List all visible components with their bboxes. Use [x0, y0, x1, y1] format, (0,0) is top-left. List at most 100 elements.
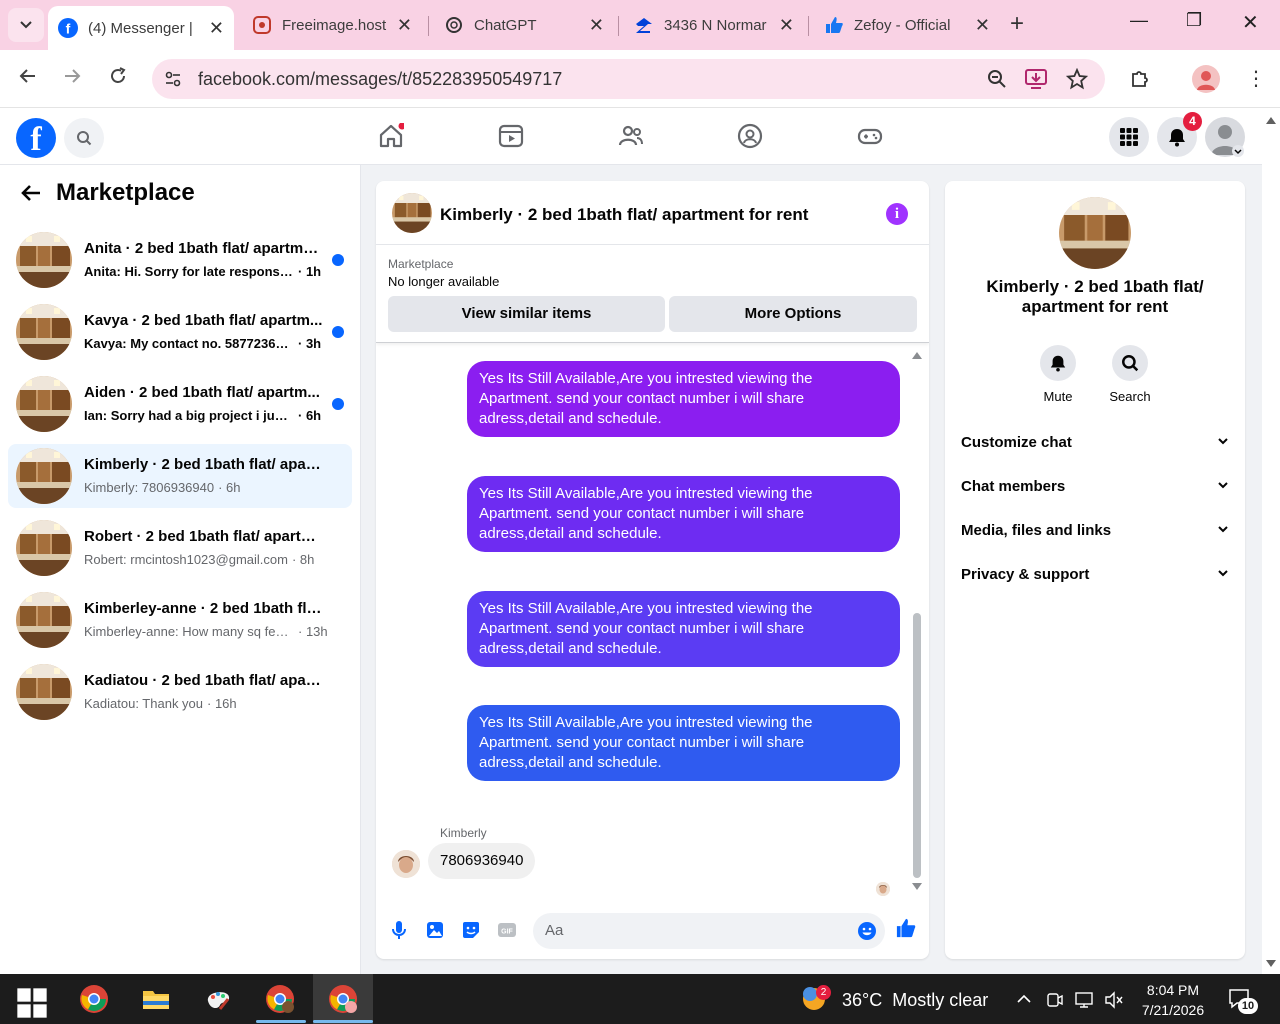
tab-messenger[interactable]: f (4) Messenger | ✕ [48, 6, 234, 50]
network-icon[interactable] [1074, 991, 1094, 1009]
like-thumbs-up-icon[interactable] [896, 918, 916, 938]
groups-nav[interactable] [737, 123, 763, 149]
conversation-item[interactable]: Anita · 2 bed 1bath flat/ apartme... Anit… [8, 228, 352, 292]
friends-nav[interactable] [618, 123, 644, 149]
conversation-item[interactable]: Kavya · 2 bed 1bath flat/ apartm... Kavya… [8, 300, 352, 364]
gif-icon[interactable]: GIF [497, 920, 517, 940]
reload-button[interactable] [108, 66, 128, 92]
message-input[interactable]: Aa [533, 913, 885, 949]
taskbar-active-app[interactable] [313, 974, 373, 1024]
incoming-message[interactable]: 7806936940 [428, 843, 536, 879]
install-app-icon[interactable] [1024, 68, 1048, 90]
tab-zefoy[interactable]: Zefoy - Official ✕ [814, 8, 1000, 42]
unread-dot [332, 254, 344, 266]
forward-button[interactable] [62, 66, 82, 92]
address-bar[interactable]: facebook.com/messages/t/852283950549717 [152, 59, 1105, 99]
conversation-item[interactable]: Kadiatou · 2 bed 1bath flat/ apart... Kad… [8, 660, 352, 724]
weather-widget[interactable]: 2 [800, 983, 832, 1015]
info-icon[interactable]: i [886, 203, 908, 225]
outgoing-message[interactable]: Yes Its Still Available,Are you intreste… [467, 591, 900, 667]
site-info-icon[interactable] [164, 70, 182, 88]
scrollbar-thumb[interactable] [913, 613, 921, 878]
details-avatar[interactable] [1059, 197, 1131, 269]
chrome-profile-icon[interactable] [264, 983, 296, 1015]
apartment-photo-icon [16, 232, 72, 288]
windows-taskbar: 2 36°C Mostly clear 8:04 PM 7/21/2026 10 [0, 974, 1280, 1024]
facebook-logo[interactable]: f [16, 118, 56, 158]
tab-chatgpt[interactable]: ChatGPT ✕ [434, 8, 614, 42]
conversation-item[interactable]: Robert · 2 bed 1bath flat/ apartme... Rob… [8, 516, 352, 580]
customize-chat-section[interactable]: Customize chat [961, 422, 1229, 462]
outgoing-message[interactable]: Yes Its Still Available,Are you intreste… [467, 361, 900, 437]
close-tab-icon[interactable]: ✕ [975, 15, 990, 36]
tab-freeimage[interactable]: Freeimage.host ✕ [242, 8, 422, 42]
volume-muted-icon[interactable] [1104, 991, 1124, 1009]
sticker-icon[interactable] [461, 920, 481, 940]
search-in-conversation-button[interactable]: Search [1100, 345, 1160, 404]
menu-button[interactable] [1109, 117, 1149, 157]
scroll-up-icon[interactable] [912, 351, 922, 359]
conversation-item[interactable]: Kimberly · 2 bed 1bath flat/ apart... Kim… [8, 444, 352, 508]
profile-avatar[interactable] [1192, 65, 1220, 93]
scroll-down-icon[interactable] [1266, 960, 1276, 968]
message-time: · 8h [291, 552, 315, 567]
tab-search-button[interactable] [8, 8, 44, 42]
chat-title[interactable]: Kimberly · 2 bed 1bath flat/ apartment f… [440, 205, 808, 225]
outgoing-message[interactable]: Yes Its Still Available,Are you intreste… [467, 476, 900, 552]
bookmark-star-icon[interactable] [1066, 68, 1088, 90]
facebook-search-button[interactable] [64, 118, 104, 158]
zoom-icon[interactable] [986, 68, 1008, 90]
new-tab-button[interactable]: + [1010, 10, 1024, 38]
system-clock[interactable]: 8:04 PM 7/21/2026 [1130, 980, 1216, 1020]
camera-icon[interactable] [1046, 991, 1064, 1009]
back-arrow-icon[interactable] [20, 183, 42, 203]
page-scrollbar[interactable] [1262, 108, 1280, 974]
sender-avatar[interactable] [392, 850, 420, 878]
tab-zillow[interactable]: 3436 N Normar ✕ [624, 8, 804, 42]
gaming-nav[interactable] [857, 123, 883, 149]
clock-date: 7/21/2026 [1141, 1002, 1205, 1018]
paint-app-icon[interactable] [202, 983, 234, 1015]
windows-start-icon[interactable] [16, 987, 48, 1019]
back-button[interactable] [18, 66, 38, 92]
clock-time: 8:04 PM [1146, 982, 1200, 998]
view-similar-items-button[interactable]: View similar items [388, 296, 665, 332]
conversation-item[interactable]: Kimberley-anne · 2 bed 1bath flat/... Kim… [8, 588, 352, 652]
mute-button[interactable]: Mute [1028, 345, 1088, 404]
chrome-icon[interactable] [78, 983, 110, 1015]
marketplace-sidebar: Marketplace Anita · 2 bed 1bath flat/ ap… [0, 165, 361, 974]
conversation-item[interactable]: Aiden · 2 bed 1bath flat/ apartm... Ian: … [8, 372, 352, 436]
video-nav[interactable] [498, 123, 524, 149]
close-tab-icon[interactable]: ✕ [589, 15, 604, 36]
chat-avatar[interactable] [392, 193, 432, 233]
home-nav[interactable] [378, 122, 406, 149]
minimize-button[interactable]: — [1130, 10, 1148, 31]
weather-text[interactable]: 36°C Mostly clear [842, 990, 988, 1011]
photo-icon[interactable] [425, 920, 445, 940]
microphone-icon[interactable] [389, 920, 409, 940]
scroll-down-icon[interactable] [912, 883, 922, 891]
scroll-up-icon[interactable] [1266, 116, 1276, 124]
media-files-links-section[interactable]: Media, files and links [961, 510, 1229, 550]
file-explorer-icon[interactable] [140, 983, 172, 1015]
restore-button[interactable]: ❐ [1186, 10, 1202, 31]
show-hidden-icons-icon[interactable] [1016, 992, 1032, 1006]
chat-members-section[interactable]: Chat members [961, 466, 1229, 506]
extensions-icon[interactable] [1129, 68, 1151, 90]
message-preview: Kimberley-anne: How many sq feet ... [84, 624, 294, 639]
more-options-button[interactable]: More Options [669, 296, 917, 332]
message-thread[interactable]: Yes Its Still Available,Are you intreste… [376, 343, 929, 898]
close-tab-icon[interactable]: ✕ [779, 15, 794, 36]
chevron-down-icon [20, 21, 32, 29]
close-tab-icon[interactable]: ✕ [397, 15, 412, 36]
close-tab-icon[interactable]: ✕ [209, 18, 224, 39]
account-chevron-icon[interactable] [1232, 145, 1244, 157]
notification-center-button[interactable]: 10 [1228, 988, 1258, 1014]
emoji-icon[interactable] [857, 921, 877, 941]
close-window-button[interactable]: ✕ [1242, 10, 1259, 35]
privacy-support-section[interactable]: Privacy & support [961, 554, 1229, 594]
tab-title: Zefoy - Official [854, 16, 951, 34]
browser-menu-button[interactable]: ⋮ [1246, 66, 1266, 91]
outgoing-message[interactable]: Yes Its Still Available,Are you intreste… [467, 705, 900, 781]
apartment-photo-icon [16, 592, 72, 648]
